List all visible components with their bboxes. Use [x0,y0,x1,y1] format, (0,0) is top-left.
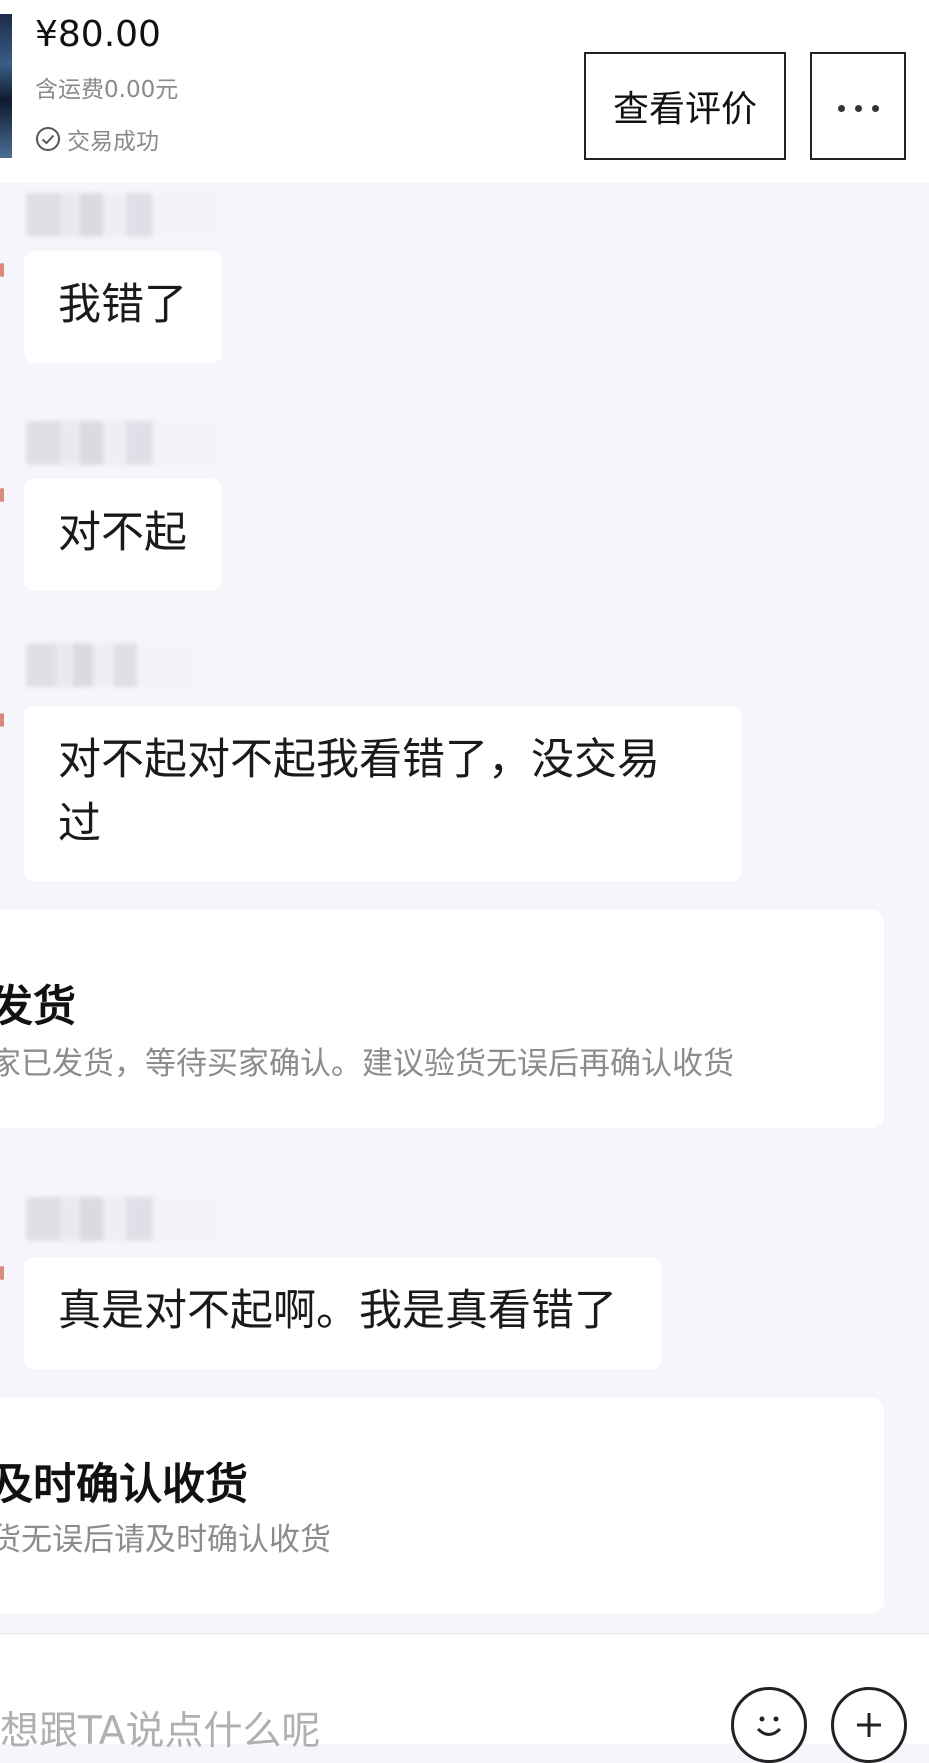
message-bubble[interactable]: 我错了 [24,251,222,363]
sender-name-blurred [26,643,194,687]
card-title: 发货 [0,982,76,1032]
sender-name-blurred [26,193,218,237]
sender-name-blurred [26,421,218,465]
message-input[interactable]: 想跟TA说点什么呢 [0,1700,320,1756]
message-text: 真是对不起啊。我是真看错了 [58,1286,617,1336]
card-title: 及时确认收货 [0,1460,248,1510]
message-text: 对不起对不起我看错了，没交易过 [58,735,660,849]
card-description: 家已发货，等待买家确认。建议验货无误后再确认收货 [0,1046,734,1082]
sender-avatar[interactable] [0,263,4,277]
message-text: 对不起 [58,508,187,558]
message-bubble[interactable]: 对不起 [24,479,222,591]
sender-name-blurred [26,1197,218,1241]
check-circle-icon [36,127,60,151]
sender-avatar[interactable] [0,488,4,502]
system-card-shipped[interactable]: 发货 家已发货，等待买家确认。建议验货无误后再确认收货 [0,910,884,1128]
more-dots-icon [833,97,884,116]
order-price: ¥80.00 [35,14,161,55]
message-bubble[interactable]: 对不起对不起我看错了，没交易过 [24,706,742,881]
order-status-label: 交易成功 [67,129,159,155]
emoji-icon [756,1716,782,1736]
message-input-bar: 想跟TA说点什么呢 [0,1633,929,1763]
order-status: 交易成功 [35,122,159,156]
plus-button[interactable] [831,1687,907,1763]
order-header: ¥80.00 含运费0.00元 交易成功 查看评价 [0,0,929,183]
more-button[interactable] [810,52,906,160]
card-description: 货无误后请及时确认收货 [0,1522,331,1558]
plus-icon [857,1713,881,1737]
message-text: 我错了 [58,280,187,330]
sender-avatar[interactable] [0,1266,4,1280]
shipping-fee: 含运费0.00元 [35,77,179,103]
view-review-button[interactable]: 查看评价 [584,52,786,160]
sender-avatar[interactable] [0,713,4,727]
message-bubble[interactable]: 真是对不起啊。我是真看错了 [24,1257,662,1369]
emoji-button[interactable] [731,1687,807,1763]
product-thumbnail[interactable] [0,14,12,158]
chat-list[interactable]: 我错了 对不起 对不起对不起我看错了，没交易过 发货 家已发货，等待买家确认。建… [0,183,929,1633]
system-card-confirm[interactable]: 及时确认收货 货无误后请及时确认收货 [0,1398,884,1614]
